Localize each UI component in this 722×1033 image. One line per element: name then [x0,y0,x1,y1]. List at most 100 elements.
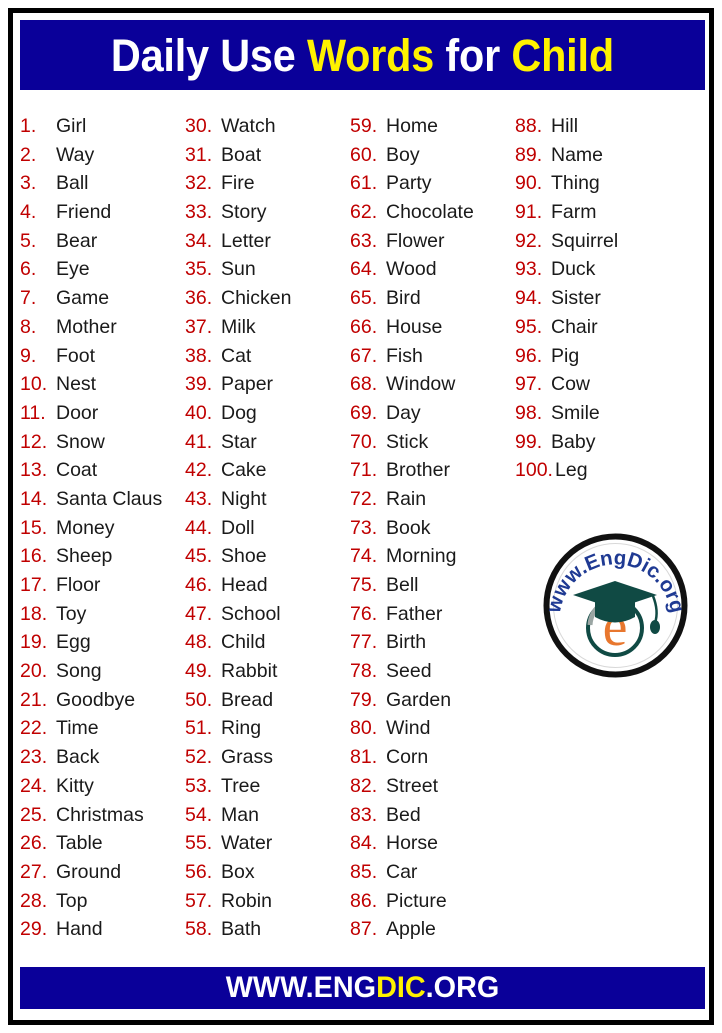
list-item: 35. Sun [185,255,350,284]
list-item-word: Christmas [56,803,144,826]
logo-tassel-knot [650,620,660,634]
list-item-number: 79. [350,688,378,711]
list-item-number: 59. [350,115,378,137]
list-item-word: Table [56,832,103,855]
list-item: 15. Money [20,514,185,543]
list-item-word: Water [221,832,273,855]
list-item: 66. House [350,313,515,342]
list-item-number: 90. [515,172,543,195]
list-item-word: Seed [386,660,432,683]
list-item: 22. Time [20,714,185,743]
list-item-word: Morning [386,545,457,568]
list-item: 19. Egg [20,628,185,657]
list-item: 74. Morning [350,542,515,571]
list-item-number: 70. [350,430,378,453]
list-item: 45. Shoe [185,542,350,571]
list-item-word: Pig [551,344,580,367]
list-item-word: Stick [386,430,429,453]
list-item-number: 97. [515,373,543,396]
list-item: 14. Santa Claus [20,485,185,514]
list-item-number: 67. [350,344,378,367]
list-item-word: Fire [221,172,255,195]
list-item-number: 2. [20,143,37,166]
list-item-word: Santa Claus [56,487,163,510]
list-item-word: Floor [56,574,101,596]
list-item: 7. Game [20,284,185,313]
list-item: 47. School [185,600,350,629]
list-item: 72. Rain [350,485,515,514]
list-item-number: 76. [350,602,378,625]
list-item-number: 42. [185,459,213,482]
list-item-number: 26. [20,832,48,855]
list-item: 9. Foot [20,342,185,371]
list-item-number: 12. [20,430,48,453]
poster: Daily Use Words for Child 1. Girl 2. Way 3… [0,0,722,1033]
list-item-word: Game [56,287,110,310]
list-item-number: 3. [20,172,37,195]
list-item-word: Grass [221,746,274,769]
list-item-word: Wind [386,717,431,740]
list-item-number: 29. [20,918,48,941]
list-item: 13. Coat [20,456,185,485]
title-segment-daily-use: Daily Use [110,29,308,81]
list-item: 71. Brother [350,456,515,485]
list-item-word: Shoe [221,545,267,568]
list-item-word: Chocolate [386,201,474,224]
list-item: 91. Farm [515,198,680,227]
list-item: 77. Birth [350,628,515,657]
list-item-number: 6. [20,258,37,281]
list-item-number: 25. [20,803,48,826]
list-item-number: 92. [515,229,543,252]
list-item-number: 45. [185,545,213,568]
list-item: 37. Milk [185,313,350,342]
list-item-word: Brother [386,459,450,482]
list-item: 83. Bed [350,801,515,830]
list-item-number: 52. [185,746,213,769]
list-item: 49. Rabbit [185,657,350,686]
list-item-number: 77. [350,631,378,654]
list-item-word: Egg [56,631,91,654]
list-item-word: Back [56,746,100,769]
list-item: 48. Child [185,628,350,657]
list-item-number: 20. [20,660,48,683]
list-item: 50. Bread [185,686,350,715]
list-item-word: Bird [386,287,421,310]
list-item-word: Man [221,803,259,826]
list-item-word: Wood [386,258,437,281]
list-item-number: 47. [185,602,213,625]
list-item-word: Flower [386,229,445,252]
list-item: 86. Picture [350,887,515,916]
list-item-word: Garden [386,688,452,711]
list-item-word: Toy [56,602,87,625]
list-item: 44. Doll [185,514,350,543]
list-item-word: Cat [221,344,252,367]
list-item-number: 21. [20,688,48,711]
list-item-word: Milk [221,315,256,338]
list-item-number: 98. [515,401,543,424]
list-item-number: 60. [350,143,378,166]
list-item: 46. Head [185,571,350,600]
list-item-number: 9. [20,344,37,367]
list-item: 23. Back [20,743,185,772]
list-item: 96. Pig [515,342,680,371]
list-item-word: Hill [551,115,579,137]
list-item: 62. Chocolate [350,198,515,227]
list-item: 26. Table [20,829,185,858]
list-item-word: Corn [386,746,429,769]
list-item-number: 94. [515,287,543,310]
list-item-word: Child [221,631,266,654]
list-item-word: Smile [551,401,600,424]
list-item-number: 71. [350,459,378,482]
list-item-word: Ring [221,717,262,740]
list-item: 55. Water [185,829,350,858]
footer-segment-www-eng: WWW.ENG [225,971,377,1004]
list-item-word: Duck [551,258,596,281]
list-item-number: 19. [20,631,48,654]
list-item-word: Foot [56,344,96,367]
list-item: 82. Street [350,772,515,801]
list-item-word: Eye [56,258,90,281]
list-item-number: 44. [185,516,213,539]
list-item: 24. Kitty [20,772,185,801]
list-item: 76. Father [350,600,515,629]
list-item-word: Goodbye [56,688,136,711]
